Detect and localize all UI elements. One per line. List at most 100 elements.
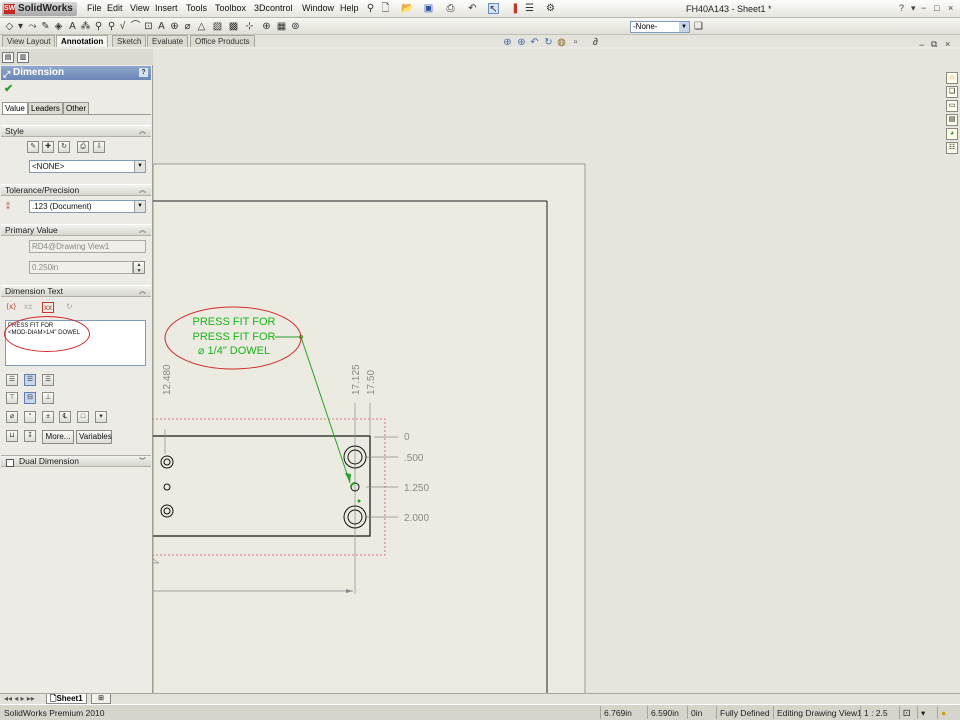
ok-checkmark-icon[interactable]: ✔ [4,82,13,95]
sheet-tab-sheet1[interactable]: 🗋Sheet1 [46,694,87,704]
menu-tools[interactable]: Tools [186,3,207,13]
dim-label-1-250[interactable]: 1.250 [404,483,429,494]
depth-symbol-icon[interactable]: ↧ [24,430,36,442]
note-line1[interactable]: PRESS FIT FOR [193,316,276,328]
open-icon[interactable]: 📂 [401,3,413,14]
dim-label-2-000[interactable]: 2.000 [404,513,429,524]
precision-select[interactable]: .123 (Document) ▼ [29,200,146,213]
table-icon[interactable]: ▦ [276,21,287,32]
appearances-icon[interactable]: ◕ [946,128,958,140]
weld-symbol-icon[interactable]: ⌒ [130,21,141,32]
menu-file[interactable]: File [87,3,102,13]
feature-tree-icon[interactable]: ▤ [2,52,14,63]
view-settings-icon[interactable]: ∂ [590,37,601,48]
add-sheet-icon[interactable]: ⊞ [91,694,111,704]
dim-label-17-50[interactable]: 17.50 [366,370,377,395]
rebuild-status-icon[interactable]: ⚀ [899,706,913,719]
subtab-leaders[interactable]: Leaders [28,102,63,114]
area-hatch-icon[interactable]: ▧ [212,21,223,32]
graphics-area[interactable]: PRESS FIT FOR PRESS FIT FOR ⌀ 1/4" DOWEL… [153,49,960,693]
dropdown-arrow-icon[interactable]: ▾ [917,706,928,719]
block-icon[interactable]: ▩ [228,21,239,32]
primary-value-field[interactable]: 0.250in [29,261,133,274]
zoom-to-fit-icon[interactable]: ⊕ [502,37,513,48]
layer-select[interactable]: -None- ▼ [630,21,690,33]
value-insert-icon[interactable]: xx [42,302,54,313]
subtab-other[interactable]: Other [63,102,90,114]
sheet-scale[interactable]: 1 : 2.5 [860,706,891,719]
file-explorer-icon[interactable]: ▭ [946,100,958,112]
home-icon[interactable]: ⌂ [946,72,958,84]
dual-dimension-group-header[interactable]: Dual Dimension ︾ [1,455,151,467]
tab-view-layout[interactable]: View Layout [2,35,56,47]
rotate-view-icon[interactable]: ↻ [543,37,554,48]
apply-default-style-icon[interactable]: ✎ [27,141,39,153]
revision-symbol-icon[interactable]: △ [196,21,207,32]
dim-label-12-480[interactable]: 12.480 [162,364,173,395]
update-style-icon[interactable]: ↻ [58,141,70,153]
sheet-nav-arrows[interactable]: ◂◂ ◂ ▸ ▸▸ [4,694,35,703]
geometric-tolerance-icon[interactable]: ⊡ [143,21,154,32]
layer-properties-icon[interactable]: ❑ [693,21,704,32]
view-palette-icon[interactable]: ▤ [946,114,958,126]
tab-annotation[interactable]: Annotation [56,35,109,47]
dual-dimension-checkbox[interactable] [6,459,14,467]
more-symbols-button[interactable]: More... [42,430,74,444]
display-style-icon[interactable]: ◍ [556,37,567,48]
hole-callout-icon[interactable]: ⌀ [182,21,193,32]
tolerance-group-header[interactable]: Tolerance/Precision ︽ [1,184,151,196]
doc-close-button[interactable]: × [945,39,950,49]
counterbore-symbol-icon[interactable]: ⊔ [6,430,18,442]
diameter-symbol-icon[interactable]: ⌀ [6,411,18,423]
cosmetic-thread-icon[interactable]: ⊚ [290,21,301,32]
degree-symbol-icon[interactable]: ° [24,411,36,423]
dropdown-arrow-icon[interactable]: ▾ [15,21,26,32]
datum-target-icon[interactable]: ⊕ [169,21,180,32]
dimension-text-group-header[interactable]: Dimension Text ︽ [1,285,151,297]
spell-check-icon[interactable]: ✎ [40,21,51,32]
datum-feature-icon[interactable]: A [156,21,167,32]
menu-window[interactable]: Window [302,3,334,13]
subtab-value[interactable]: Value [2,102,28,114]
balloon-icon[interactable]: ⚲ [93,21,104,32]
help-menu-icon[interactable]: ? [899,3,904,13]
smart-dimension-icon[interactable]: ◇ [4,21,15,32]
select-icon[interactable]: ↖ [488,3,499,15]
center-mark-icon[interactable]: ⊹ [244,21,255,32]
close-button[interactable]: × [948,3,953,13]
centerline-symbol-icon[interactable]: ℄ [59,411,71,423]
justify-bottom-icon[interactable]: ⊥ [42,392,54,404]
print-icon[interactable]: ⎙ [445,3,456,14]
save-icon[interactable]: ▣ [423,3,434,14]
rebuild-icon[interactable]: ❚ [510,3,521,14]
dim-label-0-500[interactable]: .500 [404,453,424,464]
linear-pattern-icon[interactable]: ⁂ [80,21,91,32]
tab-sketch[interactable]: Sketch [112,35,147,47]
menu-insert[interactable]: Insert [155,3,178,13]
spin-buttons-icon[interactable]: ▲ ▼ [133,261,145,274]
square-symbol-icon[interactable]: □ [77,411,89,423]
dim-text-insert-icon[interactable]: ⟨x⟩ [6,302,16,311]
options-icon[interactable]: ⚙ [545,3,556,14]
format-painter-icon[interactable]: ◈ [53,21,64,32]
solidworks-logo[interactable]: SW SolidWorks [2,2,77,16]
custom-properties-icon[interactable]: ☷ [946,142,958,154]
pin-icon[interactable]: ⚲ [365,3,376,14]
justify-top-icon[interactable]: ⊤ [6,392,18,404]
align-left-icon[interactable]: ☰ [6,374,18,386]
style-select[interactable]: <NONE> ▼ [29,160,146,173]
minimize-button[interactable]: − [921,3,926,13]
note-line3[interactable]: ⌀ 1/4" DOWEL [198,345,270,357]
design-library-icon[interactable]: ❏ [946,86,958,98]
help-status-icon[interactable]: ● [937,706,949,719]
new-document-icon[interactable]: 🗋 [380,3,391,14]
align-center-icon[interactable]: ☰ [24,374,36,386]
auto-balloon-icon[interactable]: ⚲ [106,21,117,32]
minimize-icon[interactable]: ▾ [911,3,916,14]
zoom-to-area-icon[interactable]: ⊕ [516,37,527,48]
menu-3dcontrol[interactable]: 3Dcontrol [254,3,293,13]
restore-button[interactable]: □ [934,3,939,13]
previous-view-icon[interactable]: ↶ [529,37,540,48]
dimension-reference-field[interactable]: RD4@Drawing View1 [29,240,146,253]
save-style-icon[interactable]: ⎙ [77,141,89,153]
